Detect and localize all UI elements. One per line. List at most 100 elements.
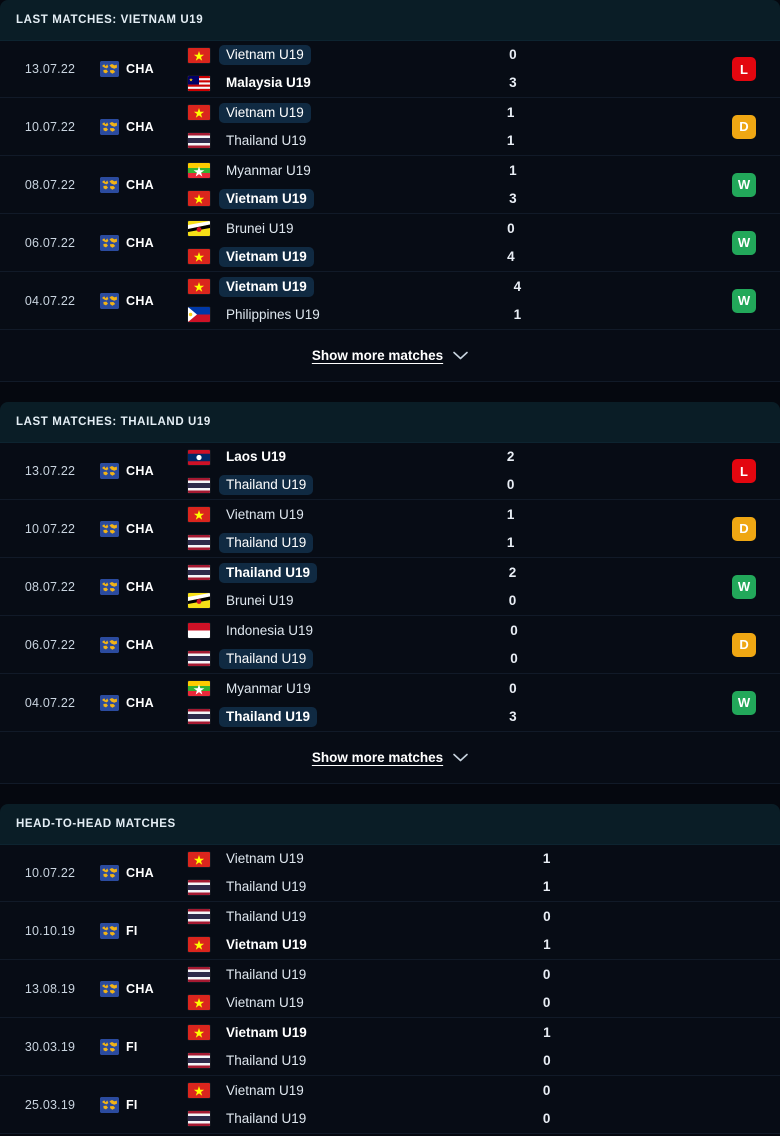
teams-cell: Vietnam U19 Thailand U19 — [182, 1023, 472, 1071]
home-score: 1 — [543, 1024, 551, 1040]
flag-icon-bn — [188, 593, 210, 608]
home-team-name[interactable]: Vietnam U19 — [219, 276, 314, 297]
away-team-name[interactable]: Vietnam U19 — [219, 935, 314, 955]
section-title: HEAD-TO-HEAD MATCHES — [16, 818, 176, 830]
away-team-name[interactable]: Vietnam U19 — [219, 246, 314, 267]
away-team-name[interactable]: Brunei U19 — [219, 591, 301, 611]
result-cell: D — [708, 632, 780, 657]
competition-cell[interactable]: CHA — [100, 980, 182, 997]
home-team-name[interactable]: Thailand U19 — [219, 907, 313, 927]
score-cell: 04 — [436, 219, 586, 267]
table-row[interactable]: 10.07.22 CHA Vietnam U19 Thailand U19 1 1 D — [0, 98, 780, 156]
away-team-line: Thailand U19 — [188, 648, 439, 669]
home-score: 0 — [510, 622, 518, 638]
teams-cell: Myanmar U19 Thailand U19 — [182, 679, 438, 727]
competition-cell[interactable]: CHA — [100, 865, 182, 881]
competition-cell[interactable]: CHA — [100, 234, 182, 251]
competition-cell[interactable]: CHA — [100, 636, 182, 653]
table-row[interactable]: 13.07.22 CHA Laos U19 Thailand U19 2 0 L — [0, 442, 780, 500]
table-row[interactable]: 04.07.22 CHA Vietnam U19 Philippines U19 4 1 W — [0, 272, 780, 330]
away-team-name[interactable]: Thailand U19 — [219, 648, 314, 669]
home-team-name[interactable]: Vietnam U19 — [219, 102, 311, 123]
home-team-name[interactable]: Myanmar U19 — [219, 161, 318, 181]
table-row[interactable]: 08.07.22 CHA Thailand U19 Brunei U19 2 0 W — [0, 558, 780, 616]
flag-icon-vn — [188, 1025, 210, 1040]
competition-cell[interactable]: CHA — [100, 61, 182, 77]
match-date: 30.03.19 — [24, 1039, 76, 1054]
away-team-name[interactable]: Thailand U19 — [219, 1051, 313, 1071]
table-row[interactable]: 06.07.22 CHA Brunei U19 Vietnam U19 0 4 W — [0, 214, 780, 272]
match-date: 10.07.22 — [24, 521, 76, 536]
world-map-icon — [100, 980, 119, 997]
competition-label: CHA — [126, 235, 154, 250]
away-team-name[interactable]: Thailand U19 — [219, 877, 313, 897]
home-score: 2 — [508, 564, 517, 580]
away-score: 1 — [543, 936, 551, 952]
competition-cell[interactable]: CHA — [100, 463, 182, 479]
competition-cell[interactable]: FI — [100, 1038, 182, 1055]
section-header-last-matches-thailand: LAST MATCHES: THAILAND U19 — [0, 402, 780, 442]
away-team-name[interactable]: Thailand U19 — [219, 475, 314, 495]
competition-cell[interactable]: CHA — [100, 176, 182, 193]
home-team-name[interactable]: Brunei U19 — [219, 219, 301, 239]
result-cell: D — [708, 114, 780, 139]
home-team-name[interactable]: Vietnam U19 — [219, 1081, 311, 1101]
home-score: 1 — [509, 162, 517, 178]
show-more-matches-button[interactable]: Show more matches — [0, 732, 780, 784]
home-team-name[interactable]: Myanmar U19 — [219, 679, 318, 699]
score-cell: 10 — [472, 1023, 622, 1071]
home-team-name[interactable]: Thailand U19 — [219, 562, 318, 583]
away-team-name[interactable]: Thailand U19 — [219, 131, 313, 151]
flag-icon-ph — [188, 307, 210, 322]
home-team-name[interactable]: Vietnam U19 — [219, 45, 311, 65]
competition-cell[interactable]: CHA — [100, 694, 182, 711]
flag-icon-vn — [188, 995, 210, 1010]
table-row[interactable]: 06.07.22 CHA Indonesia U19 Thailand U19 0 0 D — [0, 616, 780, 674]
flag-icon-th — [188, 967, 210, 982]
away-score: 1 — [542, 879, 551, 894]
away-team-name[interactable]: Malaysia U19 — [219, 73, 318, 93]
away-team-name[interactable]: Thailand U19 — [219, 1109, 313, 1129]
competition-cell[interactable]: CHA — [100, 520, 182, 537]
away-team-line: Thailand U19 — [188, 1109, 472, 1129]
competition-cell[interactable]: FI — [100, 1096, 182, 1113]
table-row[interactable]: 04.07.22 CHA Myanmar U19 Thailand U19 0 3 W — [0, 674, 780, 732]
table-row[interactable]: 08.07.22 CHA Myanmar U19 Vietnam U19 1 3 W — [0, 156, 780, 214]
home-team-name[interactable]: Vietnam U19 — [219, 505, 311, 525]
home-team-line: Myanmar U19 — [188, 161, 438, 181]
competition-label: CHA — [126, 521, 154, 536]
section-header-last-matches-vietnam: LAST MATCHES: VIETNAM U19 — [0, 0, 780, 40]
table-row[interactable]: 10.10.19 FI Thailand U19 Vietnam U19 0 1 — [0, 902, 780, 960]
away-team-name[interactable]: Vietnam U19 — [219, 993, 311, 1013]
away-score: 3 — [509, 190, 517, 206]
score-cell: 41 — [442, 277, 592, 325]
flag-icon-vn — [188, 279, 210, 294]
home-team-name[interactable]: Vietnam U19 — [219, 1023, 314, 1043]
score-cell: 00 — [472, 965, 622, 1013]
home-team-name[interactable]: Indonesia U19 — [219, 621, 320, 641]
home-score: 0 — [507, 220, 515, 236]
home-team-name[interactable]: Vietnam U19 — [219, 849, 311, 869]
table-row[interactable]: 30.03.19 FI Vietnam U19 Thailand U19 1 0 — [0, 1018, 780, 1076]
competition-cell[interactable]: CHA — [100, 292, 182, 309]
competition-cell[interactable]: CHA — [100, 118, 182, 135]
table-row[interactable]: 13.08.19 CHA Thailand U19 Vietnam U19 0 0 — [0, 960, 780, 1018]
table-row[interactable]: 13.07.22 CHA Vietnam U19 Malaysia U19 0 3 L — [0, 40, 780, 98]
away-team-name[interactable]: Thailand U19 — [219, 706, 318, 727]
competition-label: CHA — [126, 579, 154, 594]
home-team-line: Vietnam U19 — [188, 1023, 472, 1043]
table-row[interactable]: 10.07.22 CHA Vietnam U19 Thailand U19 1 1 — [0, 844, 780, 902]
chevron-down-icon — [453, 753, 468, 762]
result-cell: W — [708, 690, 780, 715]
away-team-name[interactable]: Philippines U19 — [219, 305, 327, 325]
competition-cell[interactable]: FI — [100, 922, 182, 939]
flag-icon-vn — [188, 47, 210, 63]
table-row[interactable]: 10.07.22 CHA Vietnam U19 Thailand U19 1 1 D — [0, 500, 780, 558]
away-team-name[interactable]: Vietnam U19 — [219, 188, 314, 209]
home-team-name[interactable]: Thailand U19 — [219, 965, 313, 985]
competition-cell[interactable]: CHA — [100, 578, 182, 595]
away-team-line: Philippines U19 — [188, 305, 442, 325]
home-team-name[interactable]: Laos U19 — [219, 447, 293, 467]
show-more-matches-button[interactable]: Show more matches — [0, 330, 780, 382]
away-team-name[interactable]: Thailand U19 — [219, 532, 314, 553]
